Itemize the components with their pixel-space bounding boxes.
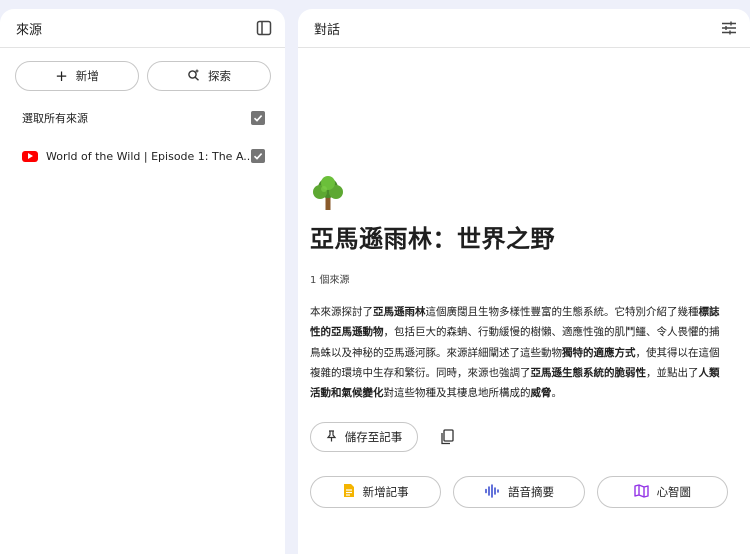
explore-sources-button[interactable]: 探索 [147, 61, 271, 91]
chat-header: 對話 [298, 9, 750, 48]
audio-waveform-icon [484, 484, 500, 501]
pin-icon [326, 430, 337, 445]
add-source-label: 新增 [75, 69, 99, 83]
chat-title: 對話 [314, 22, 341, 38]
add-source-button[interactable]: + 新增 [15, 61, 139, 91]
add-note-button[interactable]: 新增記事 [310, 476, 442, 509]
youtube-icon [22, 150, 38, 162]
search-sparkle-icon [187, 68, 200, 84]
notebook-overview: 亞馬遜雨林：世界之野 1 個來源 本來源探討了亞馬遜雨林這個廣闊且生物多樣性豐富… [310, 175, 728, 509]
source-item-checkbox[interactable] [251, 149, 265, 163]
select-all-row[interactable]: 選取所有來源 [0, 99, 285, 137]
audio-overview-label: 語音摘要 [507, 485, 554, 500]
select-all-label: 選取所有來源 [22, 112, 88, 125]
save-to-note-button[interactable]: 儲存至記事 [310, 422, 418, 453]
plus-icon: + [55, 66, 68, 85]
mind-map-label: 心智圖 [656, 485, 692, 500]
save-to-note-label: 儲存至記事 [344, 430, 403, 445]
note-doc-icon [343, 483, 355, 501]
sources-panel: 來源 + 新增 探索 選取所有來源 World of the Wild | Ep… [0, 9, 285, 554]
audio-overview-button[interactable]: 語音摘要 [453, 476, 585, 509]
mind-map-button[interactable]: 心智圖 [596, 476, 728, 509]
source-count: 1 個來源 [310, 275, 350, 286]
copy-icon[interactable] [436, 426, 458, 448]
tune-settings-icon[interactable] [718, 17, 740, 39]
sources-title: 來源 [16, 22, 43, 38]
source-item[interactable]: World of the Wild | Episode 1: The A... [0, 137, 285, 175]
collapse-panel-icon[interactable] [253, 17, 275, 39]
source-item-title: World of the Wild | Episode 1: The A... [46, 149, 251, 163]
notebook-title: 亞馬遜雨林：世界之野 [310, 225, 555, 253]
explore-label: 探索 [208, 69, 231, 83]
add-note-label: 新增記事 [362, 485, 409, 500]
chat-panel: 對話 亞馬遜雨林：世界之野 1 個來源 本來源探討了亞馬遜雨林這個廣闊且生物多樣… [298, 9, 750, 554]
map-icon [633, 484, 649, 501]
select-all-checkbox[interactable] [251, 111, 265, 125]
sources-header: 來源 [0, 9, 285, 48]
tree-icon [313, 176, 343, 210]
notebook-summary: 本來源探討了亞馬遜雨林這個廣闊且生物多樣性豐富的生態系統。它特別介紹了幾種標誌性… [310, 306, 720, 400]
